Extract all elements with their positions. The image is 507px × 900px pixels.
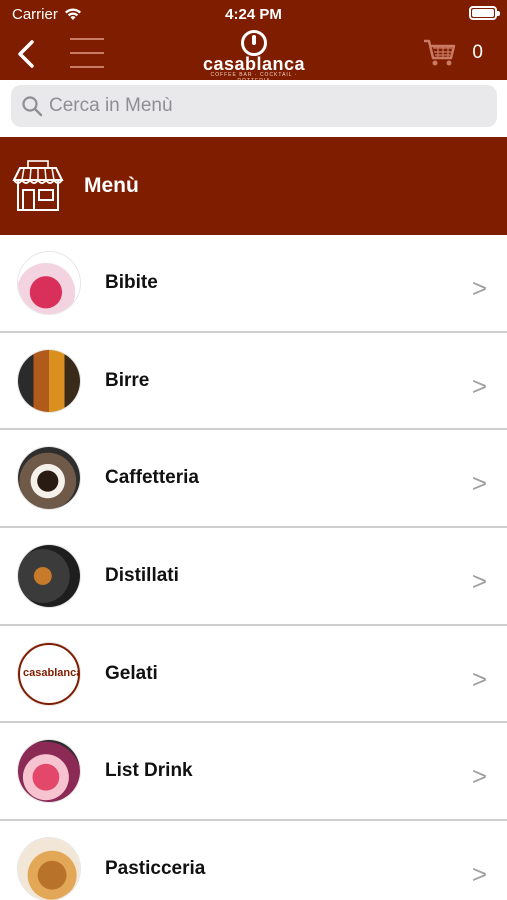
category-thumbnail xyxy=(18,251,80,314)
category-thumbnail xyxy=(18,544,80,607)
menu-banner: Menù xyxy=(0,137,507,235)
category-label: Birre xyxy=(105,369,150,391)
banner-title: Menù xyxy=(84,174,139,197)
list-item-bibite[interactable]: Bibite > xyxy=(0,235,507,333)
category-label: Gelati xyxy=(105,662,158,684)
chevron-right-icon: > xyxy=(471,566,487,597)
brand-logo: casablanca COFFEE BAR · COCKTAIL · ROTTE… xyxy=(200,30,308,84)
chevron-right-icon: > xyxy=(471,663,487,694)
cart-count[interactable]: 0 xyxy=(472,42,483,64)
search-input[interactable]: Cerca in Menù xyxy=(11,85,497,127)
chevron-right-icon: > xyxy=(471,273,487,303)
category-thumbnail xyxy=(18,837,80,900)
category-label: Pasticceria xyxy=(105,857,206,879)
category-label: Bibite xyxy=(105,271,158,293)
hamburger-menu-icon[interactable] xyxy=(70,34,104,72)
category-label: List Drink xyxy=(105,760,193,782)
category-thumbnail: casablanca xyxy=(18,642,80,705)
list-item-caffetteria[interactable]: Caffetteria > xyxy=(0,430,507,529)
chevron-right-icon: > xyxy=(471,761,487,792)
logo-mark-icon xyxy=(241,30,267,56)
search-placeholder: Cerca in Menù xyxy=(49,95,173,116)
chevron-right-icon: > xyxy=(471,468,487,499)
shop-icon xyxy=(12,160,64,211)
chevron-right-icon: > xyxy=(471,370,487,401)
category-thumbnail xyxy=(18,349,80,412)
list-item-pasticceria[interactable]: Pasticceria > xyxy=(0,821,507,900)
menu-list: Bibite > Birre > Caffetteria > Distillat… xyxy=(0,235,507,900)
search-area: Cerca in Menù xyxy=(0,80,507,136)
logo-text: casablanca xyxy=(202,54,306,74)
category-label: Distillati xyxy=(105,564,179,586)
battery-icon xyxy=(469,6,500,20)
category-thumbnail xyxy=(18,740,80,803)
list-item-birre[interactable]: Birre > xyxy=(0,332,507,431)
list-item-list-drink[interactable]: List Drink > xyxy=(0,723,507,822)
list-item-distillati[interactable]: Distillati > xyxy=(0,528,507,626)
category-label: Caffetteria xyxy=(105,467,199,489)
search-icon xyxy=(22,96,43,117)
shopping-cart-icon[interactable] xyxy=(423,38,457,68)
gelati-thumb-logo: casablanca xyxy=(23,666,80,679)
chevron-right-icon: > xyxy=(471,859,487,890)
status-bar: Carrier 4:24 PM xyxy=(0,0,507,28)
back-arrow-icon[interactable] xyxy=(12,36,42,72)
category-thumbnail xyxy=(18,447,80,510)
nav-bar: casablanca COFFEE BAR · COCKTAIL · ROTTE… xyxy=(0,28,507,84)
status-time: 4:24 PM xyxy=(225,6,282,23)
list-item-gelati[interactable]: casablanca Gelati > xyxy=(0,625,507,724)
